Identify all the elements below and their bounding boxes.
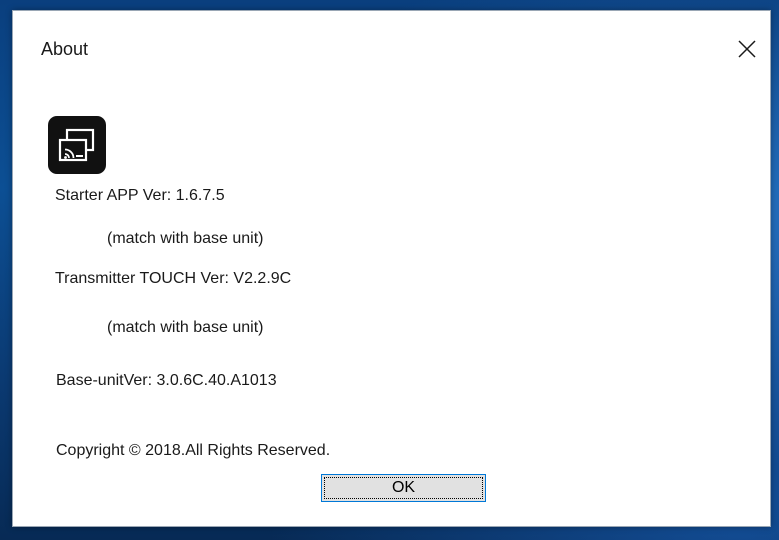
transmitter-version: Transmitter TOUCH Ver: V2.2.9C	[55, 270, 292, 287]
base-unit-version: Base-unitVer: 3.0.6C.40.A1013	[56, 372, 277, 389]
ok-button[interactable]: OK	[321, 474, 486, 502]
ok-button-label: OK	[391, 479, 416, 496]
title-bar: About	[13, 11, 770, 85]
close-button[interactable]	[724, 29, 770, 69]
dialog-title: About	[41, 39, 89, 59]
close-icon	[738, 40, 756, 58]
screen-cast-icon	[48, 116, 106, 174]
transmitter-match-note: (match with base unit)	[107, 319, 264, 336]
starter-match-note: (match with base unit)	[107, 230, 264, 247]
about-dialog: About Starter APP Ver: 1.6.7.5 (match wi…	[12, 10, 771, 527]
copyright-text: Copyright © 2018.All Rights Reserved.	[56, 442, 331, 459]
starter-app-version: Starter APP Ver: 1.6.7.5	[55, 187, 225, 204]
